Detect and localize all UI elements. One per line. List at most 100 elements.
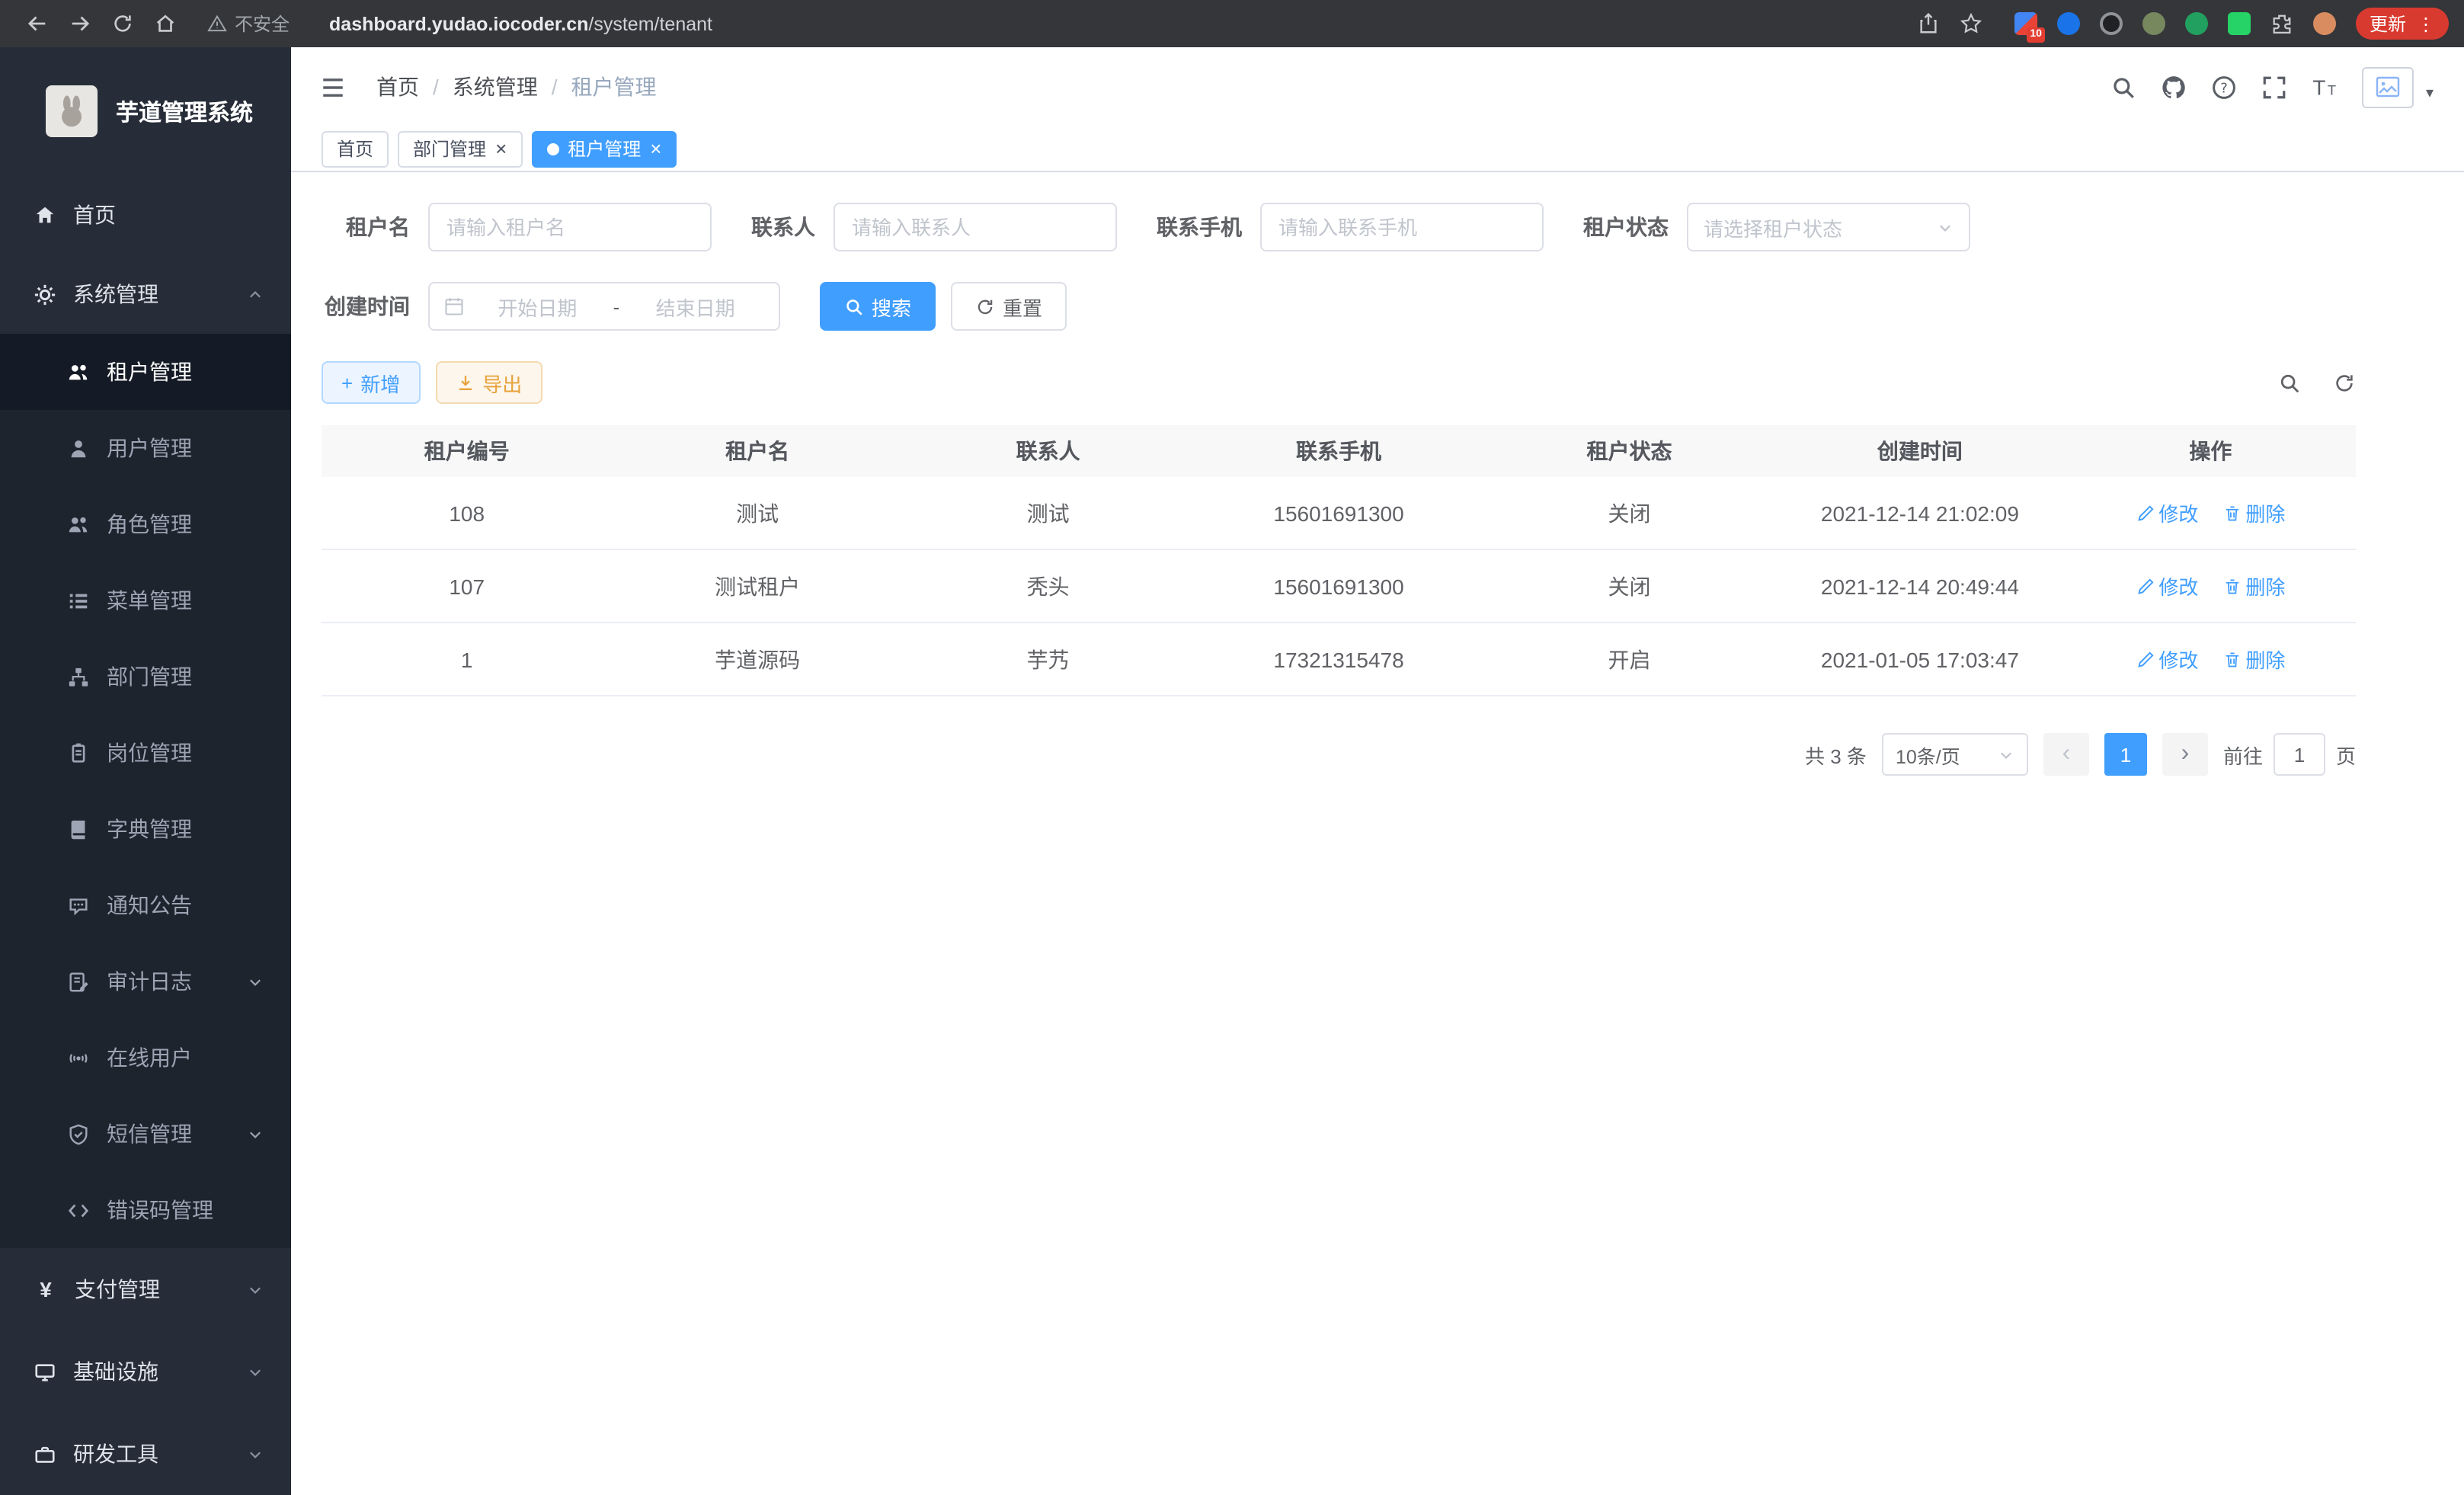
app-logo[interactable]: 芋道管理系统 xyxy=(0,47,291,175)
extension-icon-5[interactable] xyxy=(2185,12,2208,35)
page-size-select[interactable]: 10条/页 xyxy=(1882,733,2028,776)
edit-icon xyxy=(2136,650,2154,668)
delete-label: 删除 xyxy=(2245,498,2285,527)
github-button[interactable] xyxy=(2161,74,2187,100)
forward-button[interactable] xyxy=(58,2,101,45)
reset-button[interactable]: 重置 xyxy=(951,282,1067,331)
cell-tenant-name: 芋道源码 xyxy=(612,644,902,674)
shield-icon xyxy=(67,1122,90,1145)
sidebar-item-error-code[interactable]: 错误码管理 xyxy=(0,1172,291,1248)
page-number-button[interactable]: 1 xyxy=(2104,733,2147,776)
extension-icon-4[interactable] xyxy=(2142,12,2165,35)
sidebar-item-menu[interactable]: 菜单管理 xyxy=(0,562,291,639)
sidebar-item-audit-log[interactable]: 审计日志 xyxy=(0,943,291,1020)
sidebar-item-post[interactable]: 岗位管理 xyxy=(0,715,291,791)
refresh-table-button[interactable] xyxy=(2333,371,2356,394)
sidebar-item-user[interactable]: 用户管理 xyxy=(0,410,291,486)
export-button-label: 导出 xyxy=(482,368,522,397)
address-bar[interactable]: dashboard.yudao.iocoder.cn/system/tenant xyxy=(329,13,712,34)
tab-home[interactable]: 首页 xyxy=(322,130,389,167)
logo-image xyxy=(46,85,98,137)
share-icon xyxy=(1917,12,1940,35)
sidebar-item-payment[interactable]: ¥ 支付管理 xyxy=(0,1248,291,1330)
top-navbar: 首页 / 系统管理 / 租户管理 ? xyxy=(291,47,2464,126)
toggle-search-button[interactable] xyxy=(2278,371,2301,394)
breadcrumb-system[interactable]: 系统管理 xyxy=(453,72,538,102)
forward-icon xyxy=(68,12,91,35)
sidebar-item-sms[interactable]: 短信管理 xyxy=(0,1096,291,1172)
sidebar-item-label: 用户管理 xyxy=(107,433,192,463)
fullscreen-button[interactable] xyxy=(2261,74,2287,100)
avatar[interactable] xyxy=(2362,66,2414,107)
search-button[interactable]: 搜索 xyxy=(820,282,936,331)
tab-dept[interactable]: 部门管理 × xyxy=(398,130,522,167)
extension-icon-1[interactable]: 10 xyxy=(2014,12,2037,35)
bookmark-button[interactable] xyxy=(1960,12,1982,35)
edit-icon xyxy=(2136,577,2154,595)
font-size-button[interactable]: TT xyxy=(2312,74,2338,100)
edit-link[interactable]: 修改 xyxy=(2136,498,2198,527)
delete-label: 删除 xyxy=(2245,571,2285,600)
extensions-button[interactable] xyxy=(2270,12,2293,35)
col-actions: 操作 xyxy=(2066,436,2356,466)
share-button[interactable] xyxy=(1917,12,1940,35)
extension-icon-6[interactable] xyxy=(2228,12,2251,35)
help-button[interactable]: ? xyxy=(2211,74,2237,100)
sidebar-item-notice[interactable]: 通知公告 xyxy=(0,867,291,943)
sidebar-item-home[interactable]: 首页 xyxy=(0,175,291,255)
breadcrumb: 首页 / 系统管理 / 租户管理 xyxy=(376,72,657,102)
goto-page-input[interactable] xyxy=(2274,733,2325,776)
sidebar-item-devtools[interactable]: 研发工具 xyxy=(0,1413,291,1495)
extension-icon-3[interactable] xyxy=(2100,12,2123,35)
page-unit-label: 页 xyxy=(2336,740,2356,769)
sidebar-item-dept[interactable]: 部门管理 xyxy=(0,639,291,715)
delete-link[interactable]: 删除 xyxy=(2222,571,2285,600)
avatar-caret-icon[interactable]: ▾ xyxy=(2426,85,2434,107)
back-button[interactable] xyxy=(15,2,58,45)
reload-button[interactable] xyxy=(101,2,143,45)
prev-page-button[interactable]: ‹ xyxy=(2043,733,2089,776)
delete-link[interactable]: 删除 xyxy=(2222,645,2285,674)
status-select[interactable]: 请选择租户状态 xyxy=(1687,203,1970,251)
edit-link[interactable]: 修改 xyxy=(2136,645,2198,674)
create-time-range-picker[interactable]: 开始日期 - 结束日期 xyxy=(428,282,780,331)
extension-icon-2[interactable] xyxy=(2057,12,2080,35)
sidebar-item-label: 菜单管理 xyxy=(107,585,192,616)
edit-link[interactable]: 修改 xyxy=(2136,571,2198,600)
url-path: /system/tenant xyxy=(588,13,712,34)
sidebar-item-dict[interactable]: 字典管理 xyxy=(0,791,291,867)
breadcrumb-home[interactable]: 首页 xyxy=(376,72,419,102)
export-button[interactable]: 导出 xyxy=(435,361,542,404)
profile-avatar[interactable] xyxy=(2313,12,2336,35)
table-header: 租户编号 租户名 联系人 联系手机 租户状态 创建时间 操作 xyxy=(322,425,2356,477)
browser-menu-icon[interactable]: ⋮ xyxy=(2417,13,2435,34)
sidebar-item-role[interactable]: 角色管理 xyxy=(0,486,291,562)
sidebar-item-tenant[interactable]: 租户管理 xyxy=(0,334,291,410)
breadcrumb-current: 租户管理 xyxy=(571,72,657,102)
sidebar-item-label: 岗位管理 xyxy=(107,738,192,768)
tenant-page: 租户名 联系人 联系手机 租户状态 xyxy=(291,172,2464,1495)
sidebar-item-online-users[interactable]: 在线用户 xyxy=(0,1020,291,1096)
contact-input[interactable] xyxy=(834,203,1117,251)
security-chip[interactable]: 不安全 xyxy=(207,11,290,37)
delete-link[interactable]: 删除 xyxy=(2222,498,2285,527)
tab-close-icon[interactable]: × xyxy=(650,139,661,158)
sidebar-item-infra[interactable]: 基础设施 xyxy=(0,1330,291,1413)
cell-tenant-name: 测试 xyxy=(612,498,902,528)
breadcrumb-separator: / xyxy=(433,75,439,99)
sidebar-toggle-button[interactable] xyxy=(315,70,349,104)
tenant-name-input[interactable] xyxy=(428,203,712,251)
edit-label: 修改 xyxy=(2158,645,2198,674)
next-page-button[interactable]: › xyxy=(2162,733,2208,776)
update-button[interactable]: 更新 ⋮ xyxy=(2356,8,2449,40)
tab-tenant[interactable]: 租户管理 × xyxy=(531,130,677,167)
home-button[interactable] xyxy=(143,2,186,45)
tab-close-icon[interactable]: × xyxy=(495,139,507,158)
broken-image-icon xyxy=(2376,76,2400,98)
search-icon xyxy=(2110,74,2136,100)
phone-input[interactable] xyxy=(1260,203,1544,251)
code-icon xyxy=(67,1199,90,1221)
search-button[interactable] xyxy=(2110,74,2136,100)
add-button[interactable]: + 新增 xyxy=(322,361,420,404)
sidebar-item-system[interactable]: 系统管理 xyxy=(0,255,291,334)
